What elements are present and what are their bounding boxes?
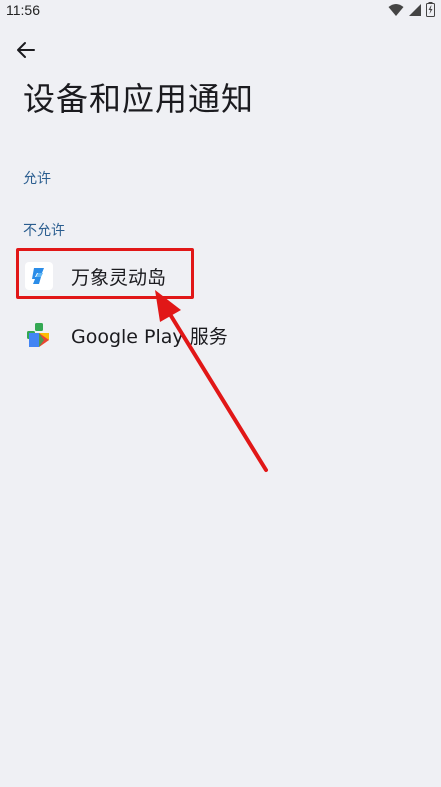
status-bar: 11:56 — [0, 0, 441, 24]
app-item-wanxiang[interactable]: 万象灵动岛 — [0, 247, 441, 305]
status-time: 11:56 — [6, 2, 40, 18]
back-button[interactable] — [12, 38, 40, 66]
section-header-denied: 不允许 — [23, 223, 65, 239]
wifi-icon — [388, 2, 404, 21]
status-icons — [388, 1, 435, 21]
section-header-allowed: 允许 — [23, 171, 51, 187]
back-arrow-icon — [16, 40, 36, 64]
signal-icon — [408, 2, 422, 21]
battery-icon — [426, 1, 435, 21]
app-label-wanxiang: 万象灵动岛 — [71, 266, 167, 289]
google-play-services-icon — [24, 320, 54, 350]
app-item-google-play-services[interactable]: Google Play 服务 — [0, 306, 441, 364]
app-label-google-play-services: Google Play 服务 — [71, 325, 228, 348]
wanxiang-app-icon — [24, 261, 54, 291]
page-title: 设备和应用通知 — [23, 80, 255, 118]
